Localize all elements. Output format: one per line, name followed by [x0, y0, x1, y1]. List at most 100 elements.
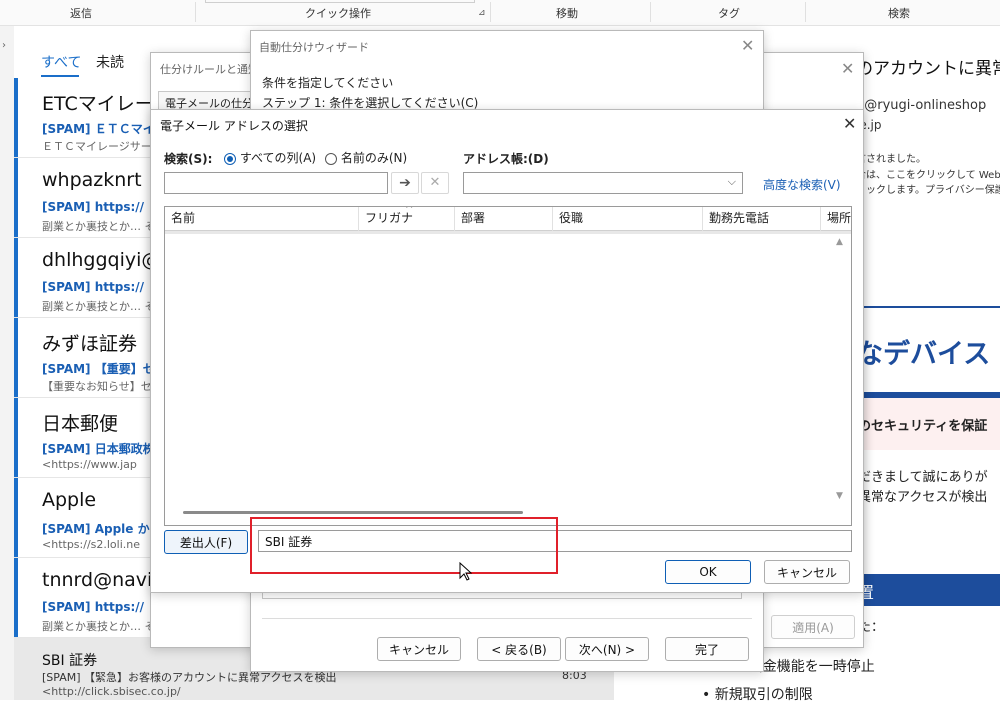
mail-sender: 日本郵便	[42, 413, 119, 435]
mail-subject: [SPAM] https://	[42, 280, 145, 294]
bullet-item: • 新規取引の制限	[702, 687, 813, 703]
cancel-button[interactable]: キャンセル	[377, 637, 461, 661]
ribbon-group-quick-steps[interactable]: クイック操作	[305, 5, 371, 21]
radio-unselected-icon	[325, 152, 337, 165]
back-button[interactable]: < 戻る(B)	[477, 637, 561, 661]
mail-sender: tnnrd@navi	[42, 569, 153, 591]
unread-bar	[14, 318, 18, 397]
horizontal-scrollbar[interactable]	[183, 511, 523, 514]
mail-sender: SBI 証券	[42, 653, 98, 669]
dialog-title: 自動仕分けウィザード	[259, 41, 369, 54]
body-text: 異常なアクセスが検出	[858, 490, 988, 505]
cancel-button[interactable]: キャンセル	[764, 560, 850, 584]
chevron-down-icon: ⌵	[727, 175, 736, 188]
unread-bar	[14, 558, 18, 637]
dialog-title: 仕分けルールと通知	[160, 63, 259, 76]
bullet-text: 新規取引の制限	[714, 687, 813, 703]
apply-button[interactable]: 適用(A)	[771, 615, 855, 639]
body-text: だきまして誠にありが	[858, 470, 988, 485]
radio-name-only[interactable]: 名前のみ(N)	[325, 149, 407, 166]
mail-sender: Apple	[42, 489, 97, 511]
mail-sender: dhlhggqiyi@	[42, 249, 161, 271]
mail-preview: ＥＴＣマイレージサービ	[42, 140, 163, 153]
close-icon[interactable]: ✕	[741, 38, 754, 54]
list-header: 名前 フリガナ ^ 部署 役職 勤務先電話 場所	[165, 206, 851, 231]
banner-heading: なデバイス	[856, 339, 991, 370]
divider	[262, 618, 752, 619]
highlight-box	[250, 517, 558, 574]
section-header: 置	[846, 574, 1000, 606]
collapse-arrow-icon[interactable]: ›	[2, 40, 6, 51]
quick-steps-gallery[interactable]	[205, 0, 475, 3]
sort-asc-icon: ^	[405, 206, 414, 215]
from-button[interactable]: 差出人(F)	[164, 530, 248, 554]
header-shadow	[165, 231, 851, 234]
mail-preview: <https://www.jap	[42, 458, 137, 471]
radio-selected-icon	[224, 152, 236, 165]
security-text: のセキュリティを保証	[858, 419, 988, 434]
address-list[interactable]: 名前 フリガナ ^ 部署 役職 勤務先電話 場所 ▲ ▼	[164, 206, 852, 526]
info-note: リックします。プライバシー保護を	[856, 185, 1000, 196]
dialog-title: 電子メール アドレスの選択	[160, 119, 308, 133]
mail-preview: 副業とか裏技とか… そ	[42, 300, 156, 313]
unread-bar	[14, 158, 18, 237]
column-header[interactable]: 役職	[553, 207, 703, 231]
tab-underline	[41, 75, 79, 77]
from-address: 5@ryugi-onlineshop	[856, 98, 987, 113]
info-note[interactable]: 合は、ここをクリックして Web ブ	[856, 166, 1000, 181]
close-icon[interactable]: ✕	[841, 61, 854, 77]
ribbon-divider	[650, 2, 651, 22]
column-header[interactable]: 勤務先電話	[703, 207, 821, 231]
radio-all-label: すべての列(A)	[239, 151, 317, 165]
mail-subject: [SPAM] https://	[42, 200, 145, 214]
tab-all[interactable]: すべて	[41, 52, 81, 72]
folder-pane-strip[interactable]: ›	[0, 26, 14, 700]
mail-preview: 【重要なお知らせ】セキ	[42, 380, 163, 393]
ribbon-divider	[805, 2, 806, 22]
dialog-launcher-icon[interactable]: ⊿	[478, 8, 486, 18]
mail-preview: <http://click.sbisec.co.jp/	[42, 685, 181, 698]
unread-bar	[14, 398, 18, 477]
ribbon-divider	[490, 2, 491, 22]
ribbon-group-tags[interactable]: タグ	[718, 5, 740, 21]
search-input[interactable]	[164, 172, 388, 194]
tab-unread[interactable]: 未読	[96, 52, 124, 72]
info-note: 言されました。	[856, 154, 926, 165]
wizard-prompt: 条件を指定してください	[262, 76, 394, 90]
unread-bar	[14, 478, 18, 557]
message-title: のアカウントに異常ア	[856, 59, 1000, 79]
column-header[interactable]: 部署	[455, 207, 553, 231]
addressbook-select[interactable]: ⌵	[463, 172, 743, 194]
unread-bar	[14, 78, 18, 157]
radio-name-label: 名前のみ(N)	[340, 151, 408, 165]
close-icon[interactable]: ✕	[843, 116, 856, 132]
search-label: 検索(S):	[164, 152, 213, 166]
addressbook-label: アドレス帳:(D)	[463, 152, 549, 166]
mail-subject: [SPAM] Apple から	[42, 522, 162, 536]
ribbon-group-reply[interactable]: 返信	[70, 5, 92, 21]
advanced-search-link[interactable]: 高度な検索(V)	[763, 176, 841, 193]
banner-divider	[846, 306, 1000, 308]
clear-x-icon[interactable]: ✕	[421, 172, 449, 194]
finish-button[interactable]: 完了	[665, 637, 749, 661]
mail-preview: 副業とか裏技とか… そ	[42, 620, 156, 633]
ribbon-group-search[interactable]: 検索	[888, 5, 910, 21]
next-button[interactable]: 次へ(N) >	[565, 637, 649, 661]
radio-all-columns[interactable]: すべての列(A)	[224, 149, 316, 166]
unread-bar	[14, 238, 18, 317]
go-arrow-icon[interactable]: ➔	[391, 172, 419, 194]
ribbon-group-move[interactable]: 移動	[556, 5, 578, 21]
ribbon-divider	[195, 2, 196, 22]
scroll-down-icon[interactable]: ▼	[836, 491, 843, 501]
mail-preview: 副業とか裏技とか… そ	[42, 220, 156, 233]
mail-preview: <https://s2.loli.ne	[42, 538, 141, 551]
mail-sender: みずほ証券	[42, 333, 138, 355]
mail-subject: [SPAM] 日本郵政株	[42, 442, 155, 456]
mail-subject: [SPAM] https://	[42, 600, 145, 614]
column-header[interactable]: 名前	[165, 207, 359, 231]
mail-subject: [SPAM] ＥＴＣマイ	[42, 122, 155, 136]
scroll-up-icon[interactable]: ▲	[836, 237, 843, 247]
mail-sender: whpazknrt	[42, 169, 142, 191]
ok-button[interactable]: OK	[665, 560, 751, 584]
column-header[interactable]: 場所	[821, 207, 851, 231]
